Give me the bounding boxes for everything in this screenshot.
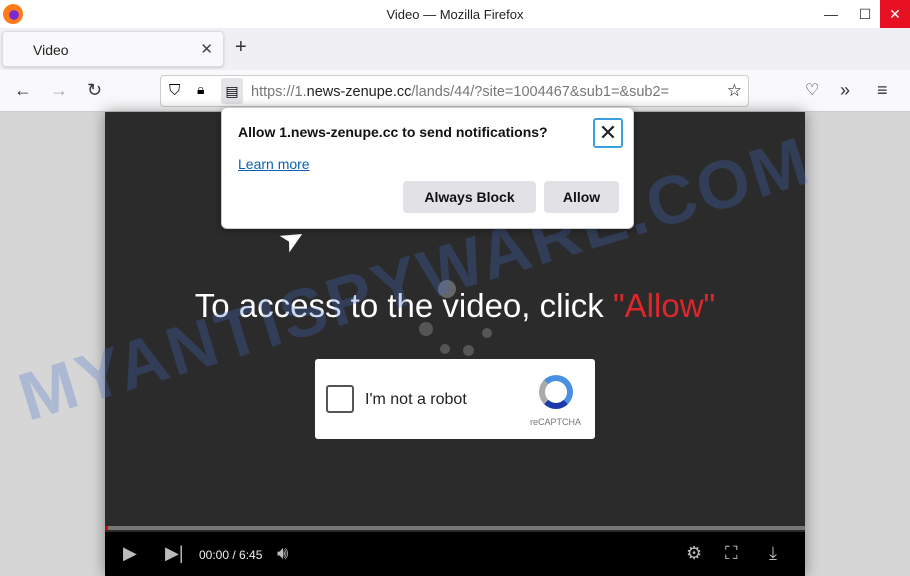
url-bar[interactable]: ⛉ 🔒︎ ▤ https://1.news-zenupe.cc/lands/44…: [160, 75, 749, 107]
headline: To access to the video, click "Allow": [194, 287, 716, 324]
lock-icon[interactable]: 🔒︎: [197, 81, 204, 98]
recaptcha-widget[interactable]: I'm not a robot reCAPTCHA: [315, 359, 595, 439]
url-text[interactable]: https://1.news-zenupe.cc/lands/44/?site=…: [251, 84, 716, 100]
firefox-logo-icon: [3, 4, 23, 24]
overflow-chevron-icon[interactable]: »: [840, 80, 850, 101]
always-block-button[interactable]: Always Block: [403, 181, 536, 213]
shield-icon[interactable]: ⛉: [169, 82, 180, 99]
window-title: Video — Mozilla Firefox: [386, 6, 524, 22]
close-popup-button[interactable]: ✕: [593, 118, 623, 148]
maximize-button[interactable]: ☐: [850, 0, 880, 28]
time-display: 00:00 / 6:45: [199, 548, 263, 562]
menu-hamburger-icon[interactable]: ≡: [877, 80, 888, 101]
learn-more-link[interactable]: Learn more: [238, 156, 310, 172]
nav-bar: ← → ↻ ⛉ 🔒︎ ▤ https://1.news-zenupe.cc/la…: [0, 70, 910, 112]
recaptcha-brand: reCAPTCHA: [529, 417, 581, 427]
recaptcha-logo-icon: [539, 375, 573, 409]
close-window-button[interactable]: ✕: [880, 0, 910, 28]
notification-permission-icon[interactable]: ▤: [221, 78, 243, 104]
permission-question: Allow 1.news-zenupe.cc to send notificat…: [238, 124, 548, 140]
captcha-label: I'm not a robot: [365, 391, 467, 408]
player-controls: ▶ ▶| 00:00 / 6:45 🔊︎ ⚙ ⛶ ⤓: [105, 532, 805, 576]
minimize-button[interactable]: —: [816, 0, 846, 28]
progress-bar[interactable]: [105, 526, 805, 530]
close-tab-icon[interactable]: ✕: [200, 40, 213, 58]
back-button[interactable]: ←: [14, 80, 32, 101]
tab-strip: Video ✕ +: [0, 28, 910, 70]
title-bar: Video — Mozilla Firefox — ☐ ✕: [0, 0, 910, 28]
new-tab-button[interactable]: +: [235, 36, 247, 59]
fullscreen-icon[interactable]: ⛶: [725, 543, 738, 564]
allow-button[interactable]: Allow: [544, 181, 619, 213]
tab-label: Video: [33, 42, 69, 58]
volume-icon[interactable]: 🔊︎: [277, 543, 288, 564]
next-icon[interactable]: ▶|: [165, 543, 184, 564]
pocket-icon[interactable]: ♡: [805, 80, 819, 100]
forward-button[interactable]: →: [50, 80, 68, 101]
bookmark-star-icon[interactable]: ☆: [727, 81, 742, 101]
tab-video[interactable]: Video ✕: [2, 31, 224, 67]
play-icon[interactable]: ▶: [123, 543, 137, 564]
settings-gear-icon[interactable]: ⚙: [686, 543, 702, 564]
download-icon[interactable]: ⤓: [769, 543, 777, 564]
not-robot-checkbox[interactable]: [326, 385, 354, 413]
reload-button[interactable]: ↻: [87, 80, 102, 101]
notification-permission-popup: Allow 1.news-zenupe.cc to send notificat…: [221, 107, 634, 229]
